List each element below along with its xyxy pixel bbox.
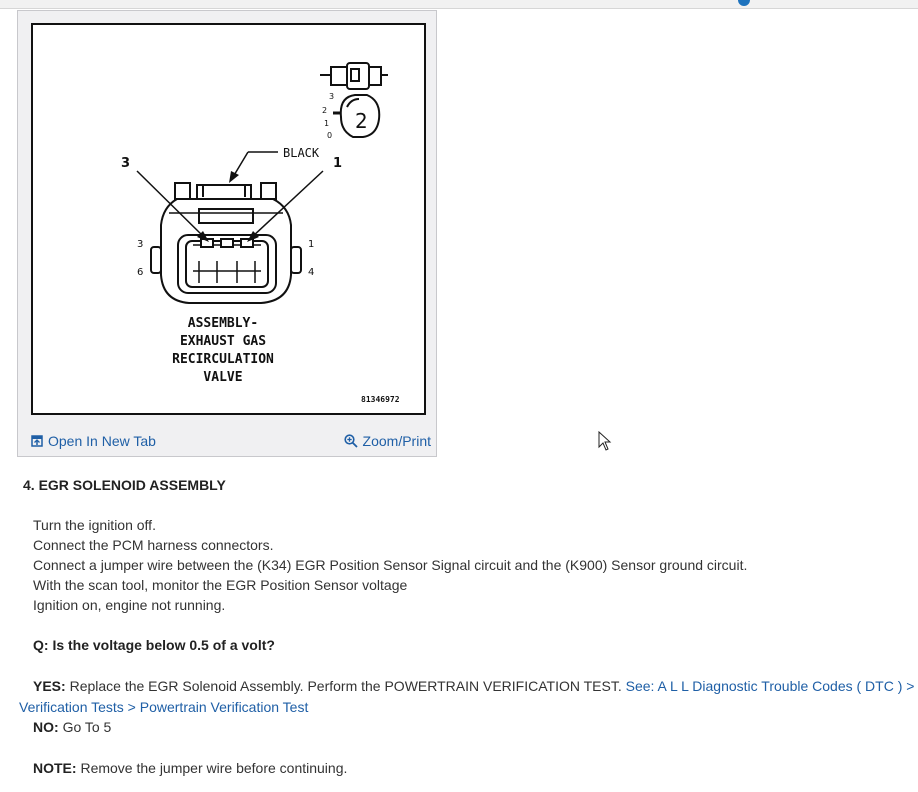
position-mark-1: 1 <box>324 119 329 128</box>
step-line-5: Ignition on, engine not running. <box>33 597 226 613</box>
pin-number-right-top: 1 <box>308 239 314 250</box>
zoom-print-label: Zoom/Print <box>362 433 431 449</box>
figure-actions: Open In New Tab Zoom/Print <box>18 427 436 455</box>
step-title: 4. EGR SOLENOID ASSEMBLY <box>23 477 226 493</box>
question-text: Q: Is the voltage below 0.5 of a volt? <box>33 637 275 653</box>
position-number: 2 <box>355 109 368 133</box>
zoom-print-link[interactable]: Zoom/Print <box>343 433 431 449</box>
no-text: Go To 5 <box>62 719 112 735</box>
open-in-new-tab-label: Open In New Tab <box>48 433 156 449</box>
yes-reference-link[interactable]: See: A L L Diagnostic Trouble Codes ( DT… <box>626 678 915 694</box>
note: NOTE: Remove the jumper wire before cont… <box>33 759 347 777</box>
caption-line-3: RECIRCULATION <box>172 352 274 367</box>
pin-callout-1: 1 <box>333 156 342 171</box>
step-line-2: Connect the PCM harness connectors. <box>33 537 274 553</box>
browser-top-bar <box>0 0 918 9</box>
caption-line-1: ASSEMBLY- <box>188 316 258 331</box>
connector-side-view <box>320 62 388 90</box>
note-text: Remove the jumper wire before continuing… <box>80 760 348 776</box>
open-in-new-tab-icon <box>31 435 43 447</box>
figure-card: 3 2 1 0 2 BLACK 3 1 3 6 1 4 ASSEMBLY- EX… <box>17 10 437 457</box>
no-answer: NO: Go To 5 <box>33 718 111 736</box>
yes-reference-link-continued[interactable]: Verification Tests > Powertrain Verifica… <box>19 698 308 716</box>
figure-id: 81346972 <box>361 395 400 404</box>
step-line-4: With the scan tool, monitor the EGR Posi… <box>33 577 408 593</box>
pin-number-left-top: 3 <box>137 239 143 250</box>
connector-illustration: 3 2 1 0 2 BLACK 3 1 3 6 1 4 ASSEMBLY- EX… <box>121 62 400 404</box>
pin-callout-3: 3 <box>121 156 130 171</box>
open-in-new-tab-link[interactable]: Open In New Tab <box>31 433 156 449</box>
pin-number-right-bottom: 4 <box>308 267 314 278</box>
position-mark-3: 3 <box>329 92 334 101</box>
note-label: NOTE: <box>33 760 77 776</box>
step-line-1: Turn the ignition off. <box>33 517 156 533</box>
position-mark-0: 0 <box>327 131 332 140</box>
step-line-3: Connect a jumper wire between the (K34) … <box>33 557 748 573</box>
position-mark-2: 2 <box>322 106 327 115</box>
no-label: NO: <box>33 719 59 735</box>
status-dot-icon <box>738 0 750 6</box>
mouse-pointer-icon <box>598 431 612 451</box>
caption-line-4: VALVE <box>203 370 242 385</box>
yes-text: Replace the EGR Solenoid Assembly. Perfo… <box>69 678 622 694</box>
connector-diagram: 3 2 1 0 2 BLACK 3 1 3 6 1 4 ASSEMBLY- EX… <box>31 23 426 415</box>
zoom-in-icon <box>343 434 358 448</box>
yes-label: YES: <box>33 678 66 694</box>
caption-line-2: EXHAUST GAS <box>180 334 266 349</box>
yes-answer: YES: Replace the EGR Solenoid Assembly. … <box>33 677 914 695</box>
connector-body <box>150 182 302 304</box>
pin-number-left-bottom: 6 <box>137 267 143 278</box>
connector-color-label: BLACK <box>283 146 320 160</box>
